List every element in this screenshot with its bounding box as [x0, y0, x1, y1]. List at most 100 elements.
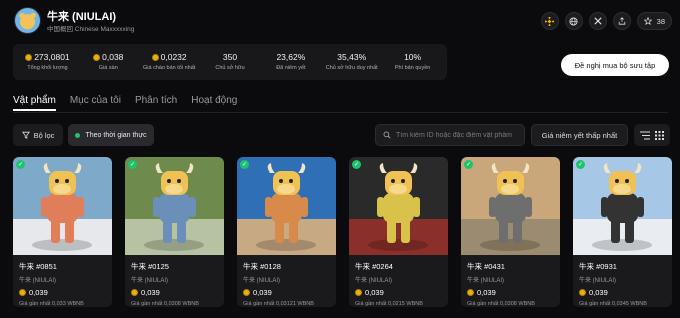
nft-grid: ✓ 牛来 #0851 牛来 (NIULAI) 0,039 Giá gần nhấ…: [13, 157, 672, 307]
bnb-coin-icon: [131, 289, 138, 296]
verified-badge-icon: ✓: [16, 160, 25, 169]
live-toggle[interactable]: Theo thời gian thực: [68, 124, 154, 146]
tab-3[interactable]: Hoạt động: [191, 95, 237, 111]
nft-collection: 牛来 (NIULAI): [131, 278, 169, 284]
nft-collection: 牛来 (NIULAI): [19, 278, 57, 284]
stat-item: 10% Phí bản quyền: [382, 52, 443, 71]
bnb-coin-icon: [579, 289, 586, 296]
stat-value: 35,43%: [321, 52, 382, 62]
view-toggle[interactable]: [634, 124, 670, 146]
nft-price: 0,039: [467, 288, 560, 297]
nft-artwork: ✓: [13, 157, 112, 255]
filter-button[interactable]: Bộ lọc: [13, 124, 63, 146]
live-label: Theo thời gian thực: [85, 131, 147, 139]
nft-price-value: 0,039: [589, 288, 608, 297]
nft-artwork: ✓: [573, 157, 672, 255]
nft-last-price: Giá gần nhất 0,0215 WBNB: [355, 301, 423, 307]
bnb-coin-icon: [151, 53, 159, 61]
nft-last-price: Giá gần nhất 0,0308 WBNB: [131, 301, 199, 307]
grid-view-icon: [655, 130, 665, 140]
list-view-icon: [639, 131, 650, 139]
verified-badge-icon: ✓: [464, 160, 473, 169]
sort-select[interactable]: Giá niêm yết thấp nhất: [531, 124, 628, 146]
nft-last-price: Giá gần nhất 0,03121 WBNB: [243, 301, 314, 307]
stat-value: 23,62%: [260, 52, 321, 62]
tabs-divider: [13, 112, 668, 113]
tab-2[interactable]: Phân tích: [135, 95, 177, 111]
nft-card[interactable]: ✓ 牛来 #0264 牛来 (NIULAI) 0,039 Giá gần nhấ…: [349, 157, 448, 307]
verified-badge-icon: ✓: [576, 160, 585, 169]
favorite-button[interactable]: 38: [636, 12, 672, 30]
stat-label: Tổng khối lượng: [27, 65, 68, 72]
stat-value: 350: [200, 52, 261, 62]
search-icon: [383, 131, 391, 139]
nft-price: 0,039: [355, 288, 448, 297]
nft-card[interactable]: ✓ 牛来 #0431 牛来 (NIULAI) 0,039 Giá gần nhấ…: [461, 157, 560, 307]
share-icon[interactable]: [612, 12, 631, 30]
nft-price-value: 0,039: [141, 288, 160, 297]
tab-0[interactable]: Vật phẩm: [13, 95, 56, 111]
x-icon[interactable]: [588, 12, 607, 30]
nft-price: 0,039: [579, 288, 672, 297]
stat-item: 35,43% Chủ sở hữu duy nhất: [321, 52, 382, 71]
globe-icon[interactable]: [564, 12, 583, 30]
tab-1[interactable]: Mục của tôi: [70, 95, 121, 111]
bnb-coin-icon: [19, 289, 26, 296]
nft-card[interactable]: ✓ 牛来 #0851 牛来 (NIULAI) 0,039 Giá gần nhấ…: [13, 157, 112, 307]
nft-artwork: ✓: [237, 157, 336, 255]
stat-value-text: 10%: [404, 52, 422, 63]
nft-price-value: 0,039: [477, 288, 496, 297]
bnb-coin-icon: [467, 289, 474, 296]
binance-icon[interactable]: [540, 12, 559, 30]
stat-label: Phí bản quyền: [394, 65, 431, 72]
stat-item: 273,0801 Tổng khối lượng: [17, 52, 78, 71]
verified-badge-icon: ✓: [352, 160, 361, 169]
bnb-coin-icon: [93, 53, 101, 61]
filter-icon: [21, 131, 30, 139]
nft-price: 0,039: [243, 288, 336, 297]
stat-value-text: 0,038: [102, 52, 124, 63]
stat-value: 273,0801: [17, 52, 78, 62]
nft-last-price: Giá gần nhất 0,033 WBNB: [19, 301, 84, 307]
nft-price: 0,039: [131, 288, 224, 297]
nft-collection: 牛来 (NIULAI): [355, 278, 393, 284]
stat-value: 0,0232: [139, 52, 200, 62]
header-actions: 38: [540, 12, 672, 30]
star-icon: [643, 17, 652, 25]
nft-last-price: Giá gần nhất 0,0308 WBNB: [467, 301, 535, 307]
collection-tabs: Vật phẩm Mục của tôi Phân tích Hoạt động: [13, 95, 237, 111]
nft-name: 牛来 #0128: [243, 262, 281, 271]
stat-item: 23,62% Đã niêm yết: [260, 52, 321, 71]
nft-artwork: ✓: [461, 157, 560, 255]
search-box[interactable]: [375, 124, 525, 146]
stat-value-text: 350: [222, 52, 238, 63]
stat-value: 0,038: [78, 52, 139, 62]
stat-value: 10%: [382, 52, 443, 62]
nft-name: 牛来 #0125: [131, 262, 169, 271]
stat-label: Giá sàn: [98, 65, 118, 72]
nft-name: 牛来 #0931: [579, 262, 617, 271]
search-input[interactable]: [396, 131, 516, 139]
bnb-coin-icon: [25, 53, 33, 61]
nft-name: 牛来 #0431: [467, 262, 505, 271]
stat-label: Đã niêm yết: [276, 65, 306, 72]
favorite-count: 38: [656, 16, 665, 26]
stat-item: 0,0232 Giá chào bán tối nhất: [139, 52, 200, 71]
nft-card[interactable]: ✓ 牛来 #0128 牛来 (NIULAI) 0,039 Giá gần nhấ…: [237, 157, 336, 307]
stat-item: 350 Chủ sở hữu: [200, 52, 261, 71]
nft-artwork: ✓: [349, 157, 448, 255]
live-dot-icon: [75, 132, 81, 138]
nft-card[interactable]: ✓ 牛来 #0931 牛来 (NIULAI) 0,039 Giá gần nhấ…: [573, 157, 672, 307]
stat-value-text: 273,0801: [34, 52, 70, 63]
collection-offer-button[interactable]: Đề nghị mua bộ sưu tập: [561, 54, 669, 76]
nft-last-price: Giá gần nhất 0,0345 WBNB: [579, 301, 647, 307]
nft-name: 牛来 #0264: [355, 262, 393, 271]
stat-label: Chủ sở hữu duy nhất: [325, 65, 378, 72]
nft-collection: 牛来 (NIULAI): [579, 278, 617, 284]
collection-stats: 273,0801 Tổng khối lượng 0,038 Giá sàn 0,023…: [13, 44, 447, 80]
filter-label: Bộ lọc: [33, 130, 55, 140]
nft-name: 牛来 #0851: [19, 262, 57, 271]
stat-value-text: 23,62%: [276, 52, 306, 63]
nft-card[interactable]: ✓ 牛来 #0125 牛来 (NIULAI) 0,039 Giá gần nhấ…: [125, 157, 224, 307]
collection-title: 牛来 (NIULAI): [47, 11, 117, 23]
